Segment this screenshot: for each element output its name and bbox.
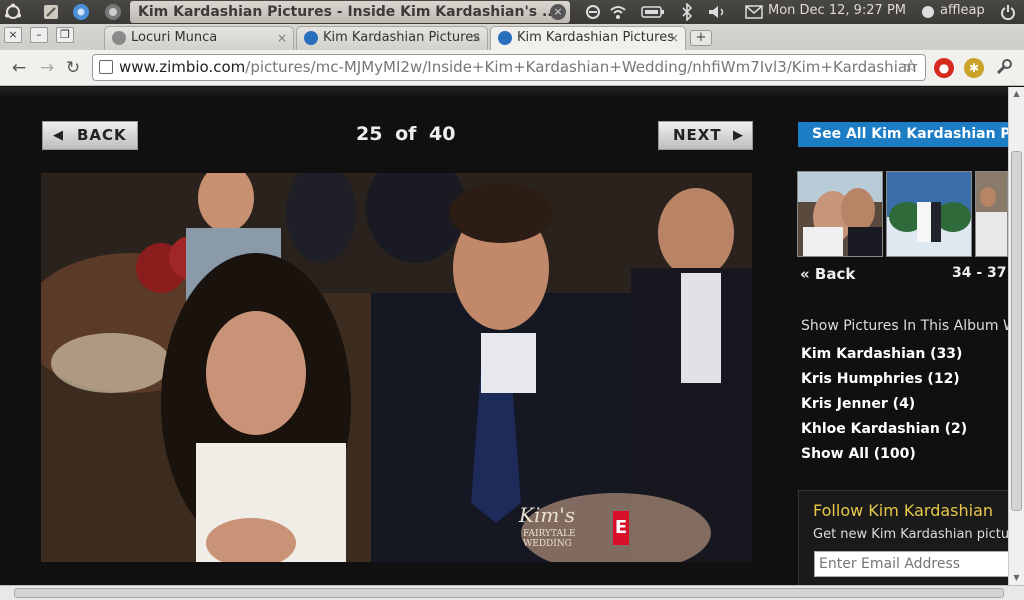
album-link-kris-humphries[interactable]: Kris Humphries (12): [801, 371, 960, 387]
ubuntu-logo-icon[interactable]: [2, 2, 24, 22]
photo-counter: 25 of 40: [356, 123, 455, 145]
tab-kim-kardashian-pictures-active[interactable]: Kim Kardashian Pictures ×: [490, 26, 686, 51]
volume-icon[interactable]: [706, 2, 728, 22]
window-title: Kim Kardashian Pictures - Inside Kim Kar…: [130, 1, 570, 23]
follow-subtitle: Get new Kim Kardashian pictures: [813, 527, 1008, 542]
follow-box: Follow Kim Kardashian Get new Kim Kardas…: [798, 490, 1008, 585]
system-top-panel: Kim Kardashian Pictures - Inside Kim Kar…: [0, 0, 1024, 24]
tab-close-icon[interactable]: ×: [669, 27, 679, 49]
tab-close-icon[interactable]: ×: [277, 27, 287, 49]
tab-label: Kim Kardashian Pictures: [517, 30, 674, 45]
gallery-next-button[interactable]: NEXT ▶: [658, 121, 753, 150]
window-restore-button[interactable]: ❐: [56, 27, 74, 43]
reload-icon[interactable]: ↻: [62, 57, 84, 79]
album-link-kris-jenner[interactable]: Kris Jenner (4): [801, 396, 915, 412]
photo-watermark-script: Kim's: [519, 503, 576, 527]
user-status-icon[interactable]: [918, 2, 938, 22]
tab-label: Locuri Munca: [131, 30, 218, 45]
vertical-scrollbar[interactable]: ▲ ▼: [1008, 87, 1024, 585]
left-triangle-icon: ◀: [53, 128, 64, 143]
thumbnail-photo[interactable]: [975, 171, 1008, 257]
window-minimize-button[interactable]: –: [30, 27, 48, 43]
email-input[interactable]: [814, 551, 1008, 577]
tab-locuri-munca[interactable]: Locuri Munca ×: [104, 26, 294, 50]
bookmark-star-icon[interactable]: ☆: [903, 56, 919, 77]
horizontal-scrollbar[interactable]: [0, 585, 1024, 600]
browser-tab-strip: × – ❐ Locuri Munca × Kim Kardashian Pict…: [0, 24, 1024, 51]
wrench-menu-icon[interactable]: [994, 58, 1014, 78]
follow-title: Follow Kim Kardashian: [813, 501, 994, 520]
album-link-show-all[interactable]: Show All (100): [801, 446, 916, 462]
url-domain: www.zimbio.com: [119, 58, 246, 76]
album-link-kim-kardashian[interactable]: Kim Kardashian (33): [801, 346, 962, 362]
url-path: /pictures/mc-MJMyMI2w/Inside+Kim+Kardash…: [245, 58, 917, 76]
counter-current: 25: [356, 123, 383, 145]
tab-kim-kardashian-pictures-1[interactable]: Kim Kardashian Pictures ×: [296, 26, 488, 50]
panel-username[interactable]: affleap: [940, 3, 985, 18]
text-editor-launcher-icon[interactable]: [40, 2, 62, 22]
adblock-extension-icon[interactable]: ●: [934, 58, 954, 78]
page-icon: [99, 60, 113, 74]
right-triangle-icon: ▶: [733, 128, 744, 143]
back-arrow-icon[interactable]: ←: [8, 57, 30, 79]
e-network-logo: E: [613, 511, 629, 545]
extension-gear-icon[interactable]: ✱: [964, 58, 984, 78]
vertical-scroll-thumb[interactable]: [1011, 151, 1022, 511]
thumbnails-back-link[interactable]: « Back: [800, 265, 855, 283]
scroll-down-arrow-icon[interactable]: ▼: [1011, 573, 1022, 583]
counter-of: of: [395, 123, 417, 145]
see-all-pics-button[interactable]: See All Kim Kardashian Pics: [798, 122, 1008, 147]
gallery-back-button[interactable]: ◀ BACK: [42, 121, 138, 150]
window-title-close-icon[interactable]: ×: [550, 4, 566, 20]
address-bar[interactable]: www.zimbio.com/pictures/mc-MJMyMI2w/Insi…: [92, 54, 926, 81]
counter-total: 40: [429, 123, 456, 145]
page-content: ◀ BACK 25 of 40 NEXT ▶ Kim's FAIRYTALE W…: [0, 87, 1008, 585]
panel-clock[interactable]: Mon Dec 12, 9:27 PM: [768, 3, 906, 18]
zimbio-favicon-icon: [304, 31, 318, 45]
album-link-khloe-kardashian[interactable]: Khloe Kardashian (2): [801, 421, 967, 437]
forward-arrow-icon[interactable]: →: [36, 57, 58, 79]
window-close-button[interactable]: ×: [4, 27, 22, 43]
new-tab-button[interactable]: +: [690, 30, 712, 46]
tab-close-icon[interactable]: ×: [471, 27, 481, 49]
photo-illustration: [41, 173, 752, 562]
address-url[interactable]: www.zimbio.com/pictures/mc-MJMyMI2w/Insi…: [119, 58, 917, 76]
wifi-icon[interactable]: [608, 2, 628, 22]
app-launcher-icon[interactable]: [102, 2, 124, 22]
photo-watermark-line: FAIRYTALE WEDDING: [523, 529, 576, 549]
tab-label: Kim Kardashian Pictures: [323, 30, 480, 45]
scroll-up-arrow-icon[interactable]: ▲: [1011, 89, 1022, 99]
bluetooth-icon[interactable]: [678, 2, 696, 22]
album-filter-heading: Show Pictures In This Album With: [801, 318, 1008, 334]
thumbnail-photo[interactable]: [797, 171, 883, 257]
thumbnail-range: 34 - 37: [952, 265, 1007, 281]
do-not-disturb-icon[interactable]: [584, 2, 602, 22]
horizontal-scroll-thumb[interactable]: [14, 588, 1004, 598]
zimbio-favicon-icon: [498, 31, 512, 45]
gallery-back-label: BACK: [77, 126, 127, 144]
main-gallery-photo[interactable]: Kim's FAIRYTALE WEDDING E: [41, 173, 752, 562]
browser-toolbar: ← → ↻ www.zimbio.com/pictures/mc-MJMyMI2…: [0, 50, 1024, 86]
globe-icon: [112, 31, 126, 45]
chromium-launcher-icon[interactable]: [70, 2, 92, 22]
gallery-next-label: NEXT: [673, 126, 722, 144]
battery-icon[interactable]: [640, 2, 666, 22]
power-icon[interactable]: [998, 2, 1018, 22]
mail-icon[interactable]: [744, 2, 764, 22]
thumbnail-photo[interactable]: [886, 171, 972, 257]
page-top-strip: [0, 87, 1008, 97]
